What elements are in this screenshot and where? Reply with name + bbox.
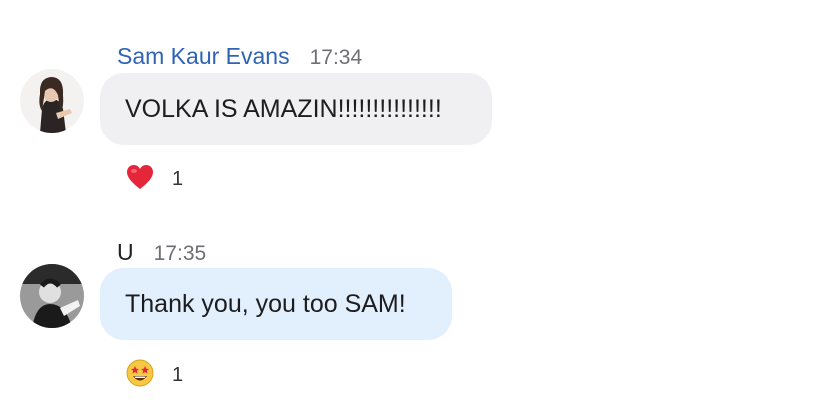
sender-name[interactable]: U: [117, 238, 134, 266]
message-text: VOLKA IS AMAZIN!!!!!!!!!!!!!!!: [125, 94, 442, 123]
reaction-count: 1: [172, 363, 184, 386]
reaction-chip[interactable]: 1: [126, 358, 183, 392]
red-heart-icon: [126, 164, 154, 195]
avatar[interactable]: [20, 264, 84, 328]
sender-name[interactable]: Sam Kaur Evans: [117, 42, 290, 70]
avatar[interactable]: [20, 69, 84, 133]
message-bubble[interactable]: Thank you, you too SAM!: [100, 268, 452, 340]
message-text: Thank you, you too SAM!: [125, 289, 406, 318]
reaction-count: 1: [172, 167, 184, 190]
message-bubble[interactable]: VOLKA IS AMAZIN!!!!!!!!!!!!!!!: [100, 73, 492, 145]
star-struck-emoji-icon: [126, 359, 154, 392]
timestamp: 17:34: [309, 46, 363, 69]
timestamp: 17:35: [153, 242, 207, 265]
reaction-chip[interactable]: 1: [126, 162, 183, 196]
